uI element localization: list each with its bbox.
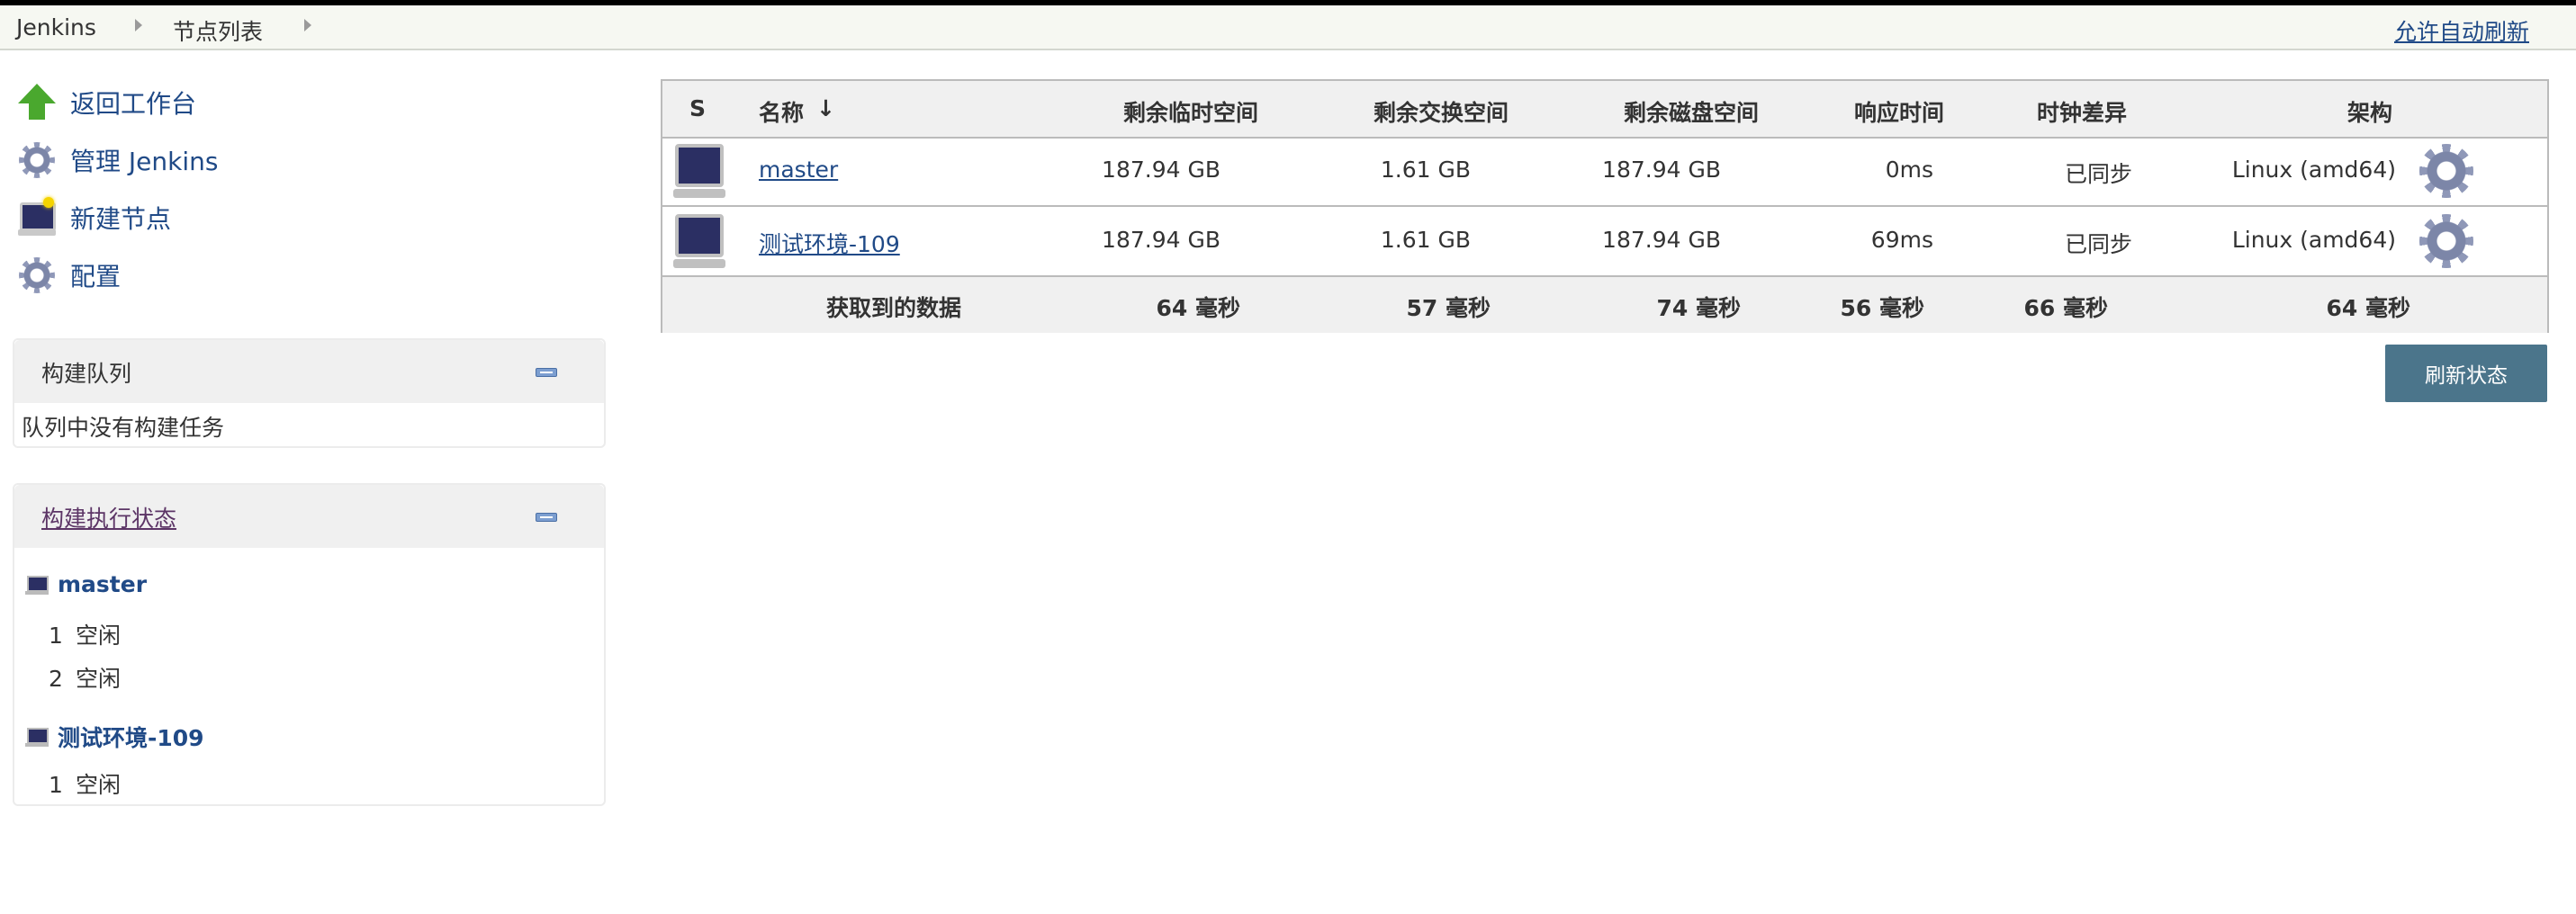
gear-icon[interactable] [2419, 144, 2473, 198]
task-manage-jenkins[interactable]: 管理 Jenkins [16, 138, 218, 183]
gear-icon [16, 255, 58, 296]
col-disk-space[interactable]: 剩余磁盘空间 [1624, 95, 1759, 128]
executor-node-master[interactable]: master [25, 571, 147, 597]
breadcrumb-jenkins[interactable]: Jenkins [16, 14, 96, 40]
clock-diff-value: 已同步 [2065, 161, 2133, 187]
computer-icon [25, 728, 49, 747]
nodes-table: S 名称 ↓ 剩余临时空间 剩余交换空间 剩余磁盘空间 响应时间 时钟差异 架构… [661, 79, 2549, 333]
collapse-icon[interactable] [536, 513, 557, 522]
data-obtained-label: 获取到的数据 [826, 295, 962, 321]
executor-row: 1 空闲 [49, 623, 122, 649]
computer-icon [673, 144, 725, 200]
breadcrumb: Jenkins 节点列表 允许自动刷新 [0, 5, 2576, 50]
swap-fetch-time: 57 毫秒 [1406, 295, 1491, 321]
col-name[interactable]: 名称 [759, 95, 804, 128]
task-label: 配置 [70, 262, 122, 291]
disk-space-value: 187.94 GB [1602, 227, 1721, 253]
executor-node-name: 测试环境-109 [58, 725, 204, 751]
temp-space-value: 187.94 GB [1102, 227, 1220, 253]
task-back-to-dashboard[interactable]: 返回工作台 [16, 80, 196, 125]
gear-icon[interactable] [2419, 214, 2473, 268]
executor-status-header: 构建执行状态 [14, 485, 604, 548]
col-temp-space[interactable]: 剩余临时空间 [1123, 95, 1258, 128]
executor-status-pane: 构建执行状态 master 1 空闲 2 空闲 测试环境-109 1 空闲 [13, 483, 606, 806]
task-label: 管理 Jenkins [70, 147, 219, 176]
table-row: 测试环境-109 187.94 GB 1.61 GB 187.94 GB 69m… [662, 207, 2547, 277]
build-queue-header: 构建队列 [14, 340, 604, 403]
architecture-value: Linux (amd64) [2231, 227, 2396, 253]
gear-icon [16, 139, 58, 181]
col-architecture[interactable]: 架构 [2347, 95, 2392, 128]
enable-autorefresh-link[interactable]: 允许自动刷新 [2394, 14, 2529, 47]
swap-space-value: 1.61 GB [1380, 157, 1471, 183]
up-arrow-icon [16, 82, 58, 123]
executor-status-title[interactable]: 构建执行状态 [41, 501, 176, 533]
col-status[interactable]: S [689, 95, 706, 121]
node-link-master[interactable]: master [759, 157, 838, 183]
computer-icon [673, 214, 725, 270]
build-queue-pane: 构建队列 队列中没有构建任务 [13, 338, 606, 448]
executor-node-test-109[interactable]: 测试环境-109 [25, 721, 204, 753]
breadcrumb-arrow-icon[interactable] [135, 19, 142, 31]
response-time-value: 69ms [1870, 227, 1933, 253]
task-configure[interactable]: 配置 [16, 253, 121, 298]
sort-arrow-icon[interactable]: ↓ [816, 95, 835, 121]
executor-row: 2 空闲 [49, 666, 122, 692]
arch-fetch-time: 64 毫秒 [2326, 295, 2411, 321]
build-queue-empty: 队列中没有构建任务 [22, 415, 225, 441]
computer-icon [25, 575, 49, 595]
response-time-value: 0ms [1885, 157, 1933, 183]
temp-space-value: 187.94 GB [1102, 157, 1220, 183]
response-fetch-time: 56 毫秒 [1840, 295, 1925, 321]
task-label: 新建节点 [70, 204, 172, 234]
executor-node-name: master [58, 571, 148, 597]
build-queue-title: 构建队列 [41, 361, 132, 387]
temp-fetch-time: 64 毫秒 [1156, 295, 1241, 321]
new-computer-icon [16, 197, 58, 238]
col-clock-diff[interactable]: 时钟差异 [2037, 95, 2127, 128]
collapse-icon[interactable] [536, 368, 557, 377]
col-response-time[interactable]: 响应时间 [1854, 95, 1944, 128]
task-label: 返回工作台 [70, 89, 197, 119]
node-link-test-109[interactable]: 测试环境-109 [759, 227, 900, 259]
architecture-value: Linux (amd64) [2231, 157, 2396, 183]
table-row: master 187.94 GB 1.61 GB 187.94 GB 0ms 已… [662, 137, 2547, 207]
table-header-row: S 名称 ↓ 剩余临时空间 剩余交换空间 剩余磁盘空间 响应时间 时钟差异 架构 [662, 81, 2547, 139]
swap-space-value: 1.61 GB [1380, 227, 1471, 253]
breadcrumb-node-list[interactable]: 节点列表 [173, 14, 263, 47]
disk-fetch-time: 74 毫秒 [1656, 295, 1742, 321]
clock-fetch-time: 66 毫秒 [2023, 295, 2109, 321]
col-swap-space[interactable]: 剩余交换空间 [1374, 95, 1509, 128]
executor-row: 1 空闲 [49, 772, 122, 798]
disk-space-value: 187.94 GB [1602, 157, 1721, 183]
task-new-node[interactable]: 新建节点 [16, 195, 171, 240]
table-footer-row: 获取到的数据 64 毫秒 57 毫秒 74 毫秒 56 毫秒 66 毫秒 64 … [662, 277, 2547, 333]
clock-diff-value: 已同步 [2065, 231, 2133, 257]
refresh-status-button[interactable]: 刷新状态 [2385, 345, 2547, 402]
breadcrumb-arrow-icon[interactable] [304, 19, 311, 31]
